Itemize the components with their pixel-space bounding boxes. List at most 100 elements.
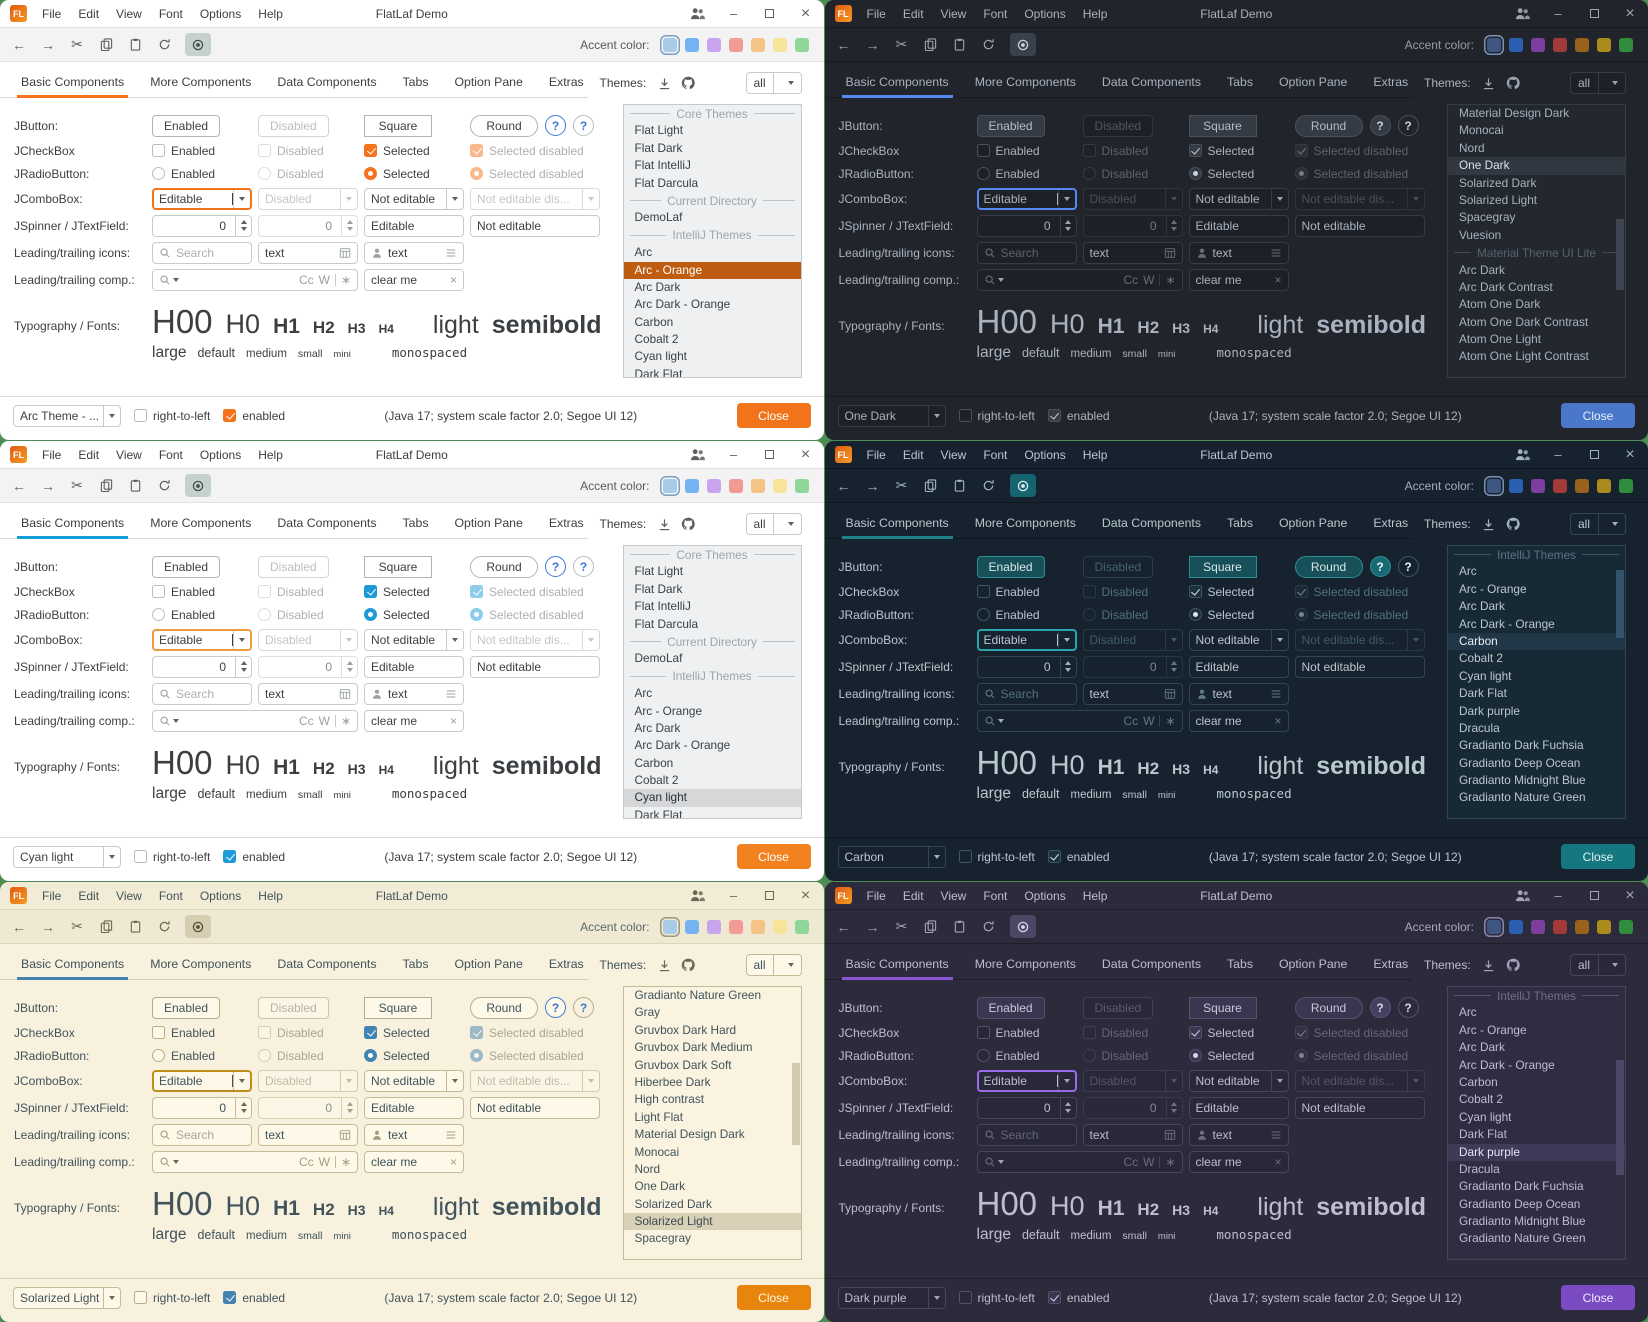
theme-list-item[interactable]: Cyan light (624, 789, 801, 806)
chevron-down-icon[interactable] (446, 630, 463, 650)
spinner[interactable]: 0 (152, 1097, 252, 1119)
close-button[interactable]: Close (737, 844, 811, 869)
chevron-down-icon[interactable] (103, 406, 120, 426)
text-input-calendar[interactable]: text (258, 683, 358, 705)
maximize-button[interactable] (762, 888, 778, 904)
theme-selector-combobox[interactable]: Solarized Light (13, 1287, 121, 1309)
whole-word-icon[interactable]: W (319, 273, 330, 287)
copy-icon[interactable] (923, 478, 939, 494)
copy-icon[interactable] (923, 37, 939, 53)
close-window-button[interactable]: × (798, 447, 814, 463)
list-scrollbar-thumb[interactable] (1616, 570, 1624, 638)
refresh-icon[interactable] (981, 37, 997, 53)
theme-list-item[interactable]: Spacegray (1448, 209, 1625, 226)
theme-filter-combobox[interactable]: all (1570, 954, 1626, 976)
textfield-not-editable[interactable]: Not editable (470, 215, 600, 237)
menu-options[interactable]: Options (193, 5, 248, 23)
theme-list-item[interactable]: Arc (624, 244, 801, 261)
spinner-down-icon[interactable] (241, 227, 247, 231)
cut-icon[interactable]: ✂ (69, 478, 85, 494)
theme-list-item[interactable]: Carbon (624, 314, 801, 331)
text-input-calendar[interactable]: text (258, 242, 358, 264)
menu-edit[interactable]: Edit (896, 887, 931, 905)
clear-icon[interactable]: × (450, 714, 457, 728)
clear-icon[interactable]: × (1274, 714, 1281, 728)
menu-options[interactable]: Options (193, 446, 248, 464)
menu-help[interactable]: Help (1076, 887, 1115, 905)
theme-list-item[interactable]: One Dark (1448, 157, 1625, 174)
checkbox-enabled[interactable]: Enabled (977, 144, 1077, 158)
accent-swatch[interactable] (729, 479, 743, 493)
chevron-down-icon[interactable] (1271, 189, 1288, 209)
textfield-not-editable[interactable]: Not editable (470, 1097, 600, 1119)
checkbox-selected[interactable]: Selected (364, 585, 464, 599)
theme-filter-combobox[interactable]: all (746, 954, 802, 976)
search-dropdown-icon[interactable] (984, 274, 1004, 286)
close-button[interactable]: Close (1561, 403, 1635, 428)
theme-list-item[interactable]: High contrast (624, 1091, 801, 1108)
combobox-not-editable[interactable]: Not editable (364, 1070, 464, 1092)
help-button[interactable]: ? (545, 997, 566, 1018)
refresh-icon[interactable] (156, 478, 172, 494)
enabled-checkbox[interactable]: enabled (223, 1291, 285, 1305)
download-icon[interactable] (656, 75, 672, 91)
theme-list-item[interactable]: Arc (1448, 1004, 1625, 1021)
back-icon[interactable]: ← (836, 919, 852, 935)
chevron-down-icon[interactable] (928, 1288, 945, 1308)
tab-tabs[interactable]: Tabs (390, 508, 442, 538)
checkbox-selected[interactable]: Selected (1189, 585, 1289, 599)
jbutton-enabled[interactable]: Enabled (977, 556, 1045, 578)
forward-icon[interactable]: → (865, 37, 881, 53)
clear-icon[interactable]: × (450, 273, 457, 287)
theme-list-item[interactable]: Gradianto Dark Fuchsia (1448, 737, 1625, 754)
accent-swatch[interactable] (1553, 920, 1567, 934)
menu-edit[interactable]: Edit (71, 446, 106, 464)
chevron-down-icon[interactable] (103, 847, 120, 867)
menu-font[interactable]: Font (152, 5, 190, 23)
search-dropdown-icon[interactable] (984, 715, 1004, 727)
menu-file[interactable]: File (35, 5, 68, 23)
copy-icon[interactable] (98, 478, 114, 494)
minimize-button[interactable]: – (1550, 888, 1566, 904)
close-button[interactable]: Close (737, 403, 811, 428)
copy-icon[interactable] (98, 37, 114, 53)
list-icon[interactable] (445, 247, 457, 259)
whole-word-icon[interactable]: W (319, 714, 330, 728)
match-case-icon[interactable]: Cc (299, 714, 314, 728)
theme-list-item[interactable]: Flat IntelliJ (624, 598, 801, 615)
text-input-user-list[interactable]: text (364, 242, 464, 264)
combobox-not-editable[interactable]: Not editable (364, 188, 464, 210)
radio-enabled[interactable]: Enabled (152, 608, 252, 622)
jbutton-round[interactable]: Round (1295, 556, 1363, 578)
theme-list-item[interactable]: Flat Dark (624, 581, 801, 598)
help-button-outline[interactable]: ? (573, 997, 594, 1018)
spinner-value[interactable]: 0 (159, 1101, 230, 1115)
accent-swatch[interactable] (663, 479, 677, 493)
theme-list-item[interactable]: Arc (1448, 563, 1625, 580)
theme-selector-combobox[interactable]: One Dark (838, 405, 946, 427)
menu-font[interactable]: Font (152, 446, 190, 464)
accent-swatch[interactable] (773, 38, 787, 52)
theme-list-item[interactable]: Nord (1448, 140, 1625, 157)
menu-options[interactable]: Options (193, 887, 248, 905)
accent-swatch[interactable] (663, 38, 677, 52)
theme-list-item[interactable]: Arc - Orange (1448, 1022, 1625, 1039)
clearable-input[interactable]: clear me × (364, 710, 464, 732)
textfield-not-editable[interactable]: Not editable (1295, 1097, 1425, 1119)
text-input-calendar[interactable]: text (258, 1124, 358, 1146)
theme-list-item[interactable]: Flat Darcula (624, 616, 801, 633)
show-hover-toggle[interactable] (1010, 474, 1036, 497)
chevron-down-icon[interactable] (233, 1072, 250, 1090)
forward-icon[interactable]: → (40, 919, 56, 935)
spinner-value[interactable]: 0 (159, 660, 230, 674)
theme-list-item[interactable]: Flat Darcula (624, 175, 801, 192)
menu-view[interactable]: View (934, 887, 974, 905)
tab-tabs[interactable]: Tabs (1214, 949, 1266, 979)
tab-more-components[interactable]: More Components (962, 67, 1089, 97)
theme-selector-combobox[interactable]: Carbon (838, 846, 946, 868)
tab-more-components[interactable]: More Components (962, 949, 1089, 979)
jbutton-square[interactable]: Square (364, 556, 432, 578)
accent-swatch[interactable] (751, 920, 765, 934)
spinner-arrows[interactable] (235, 216, 251, 236)
checkbox-selected[interactable]: Selected (364, 1026, 464, 1040)
